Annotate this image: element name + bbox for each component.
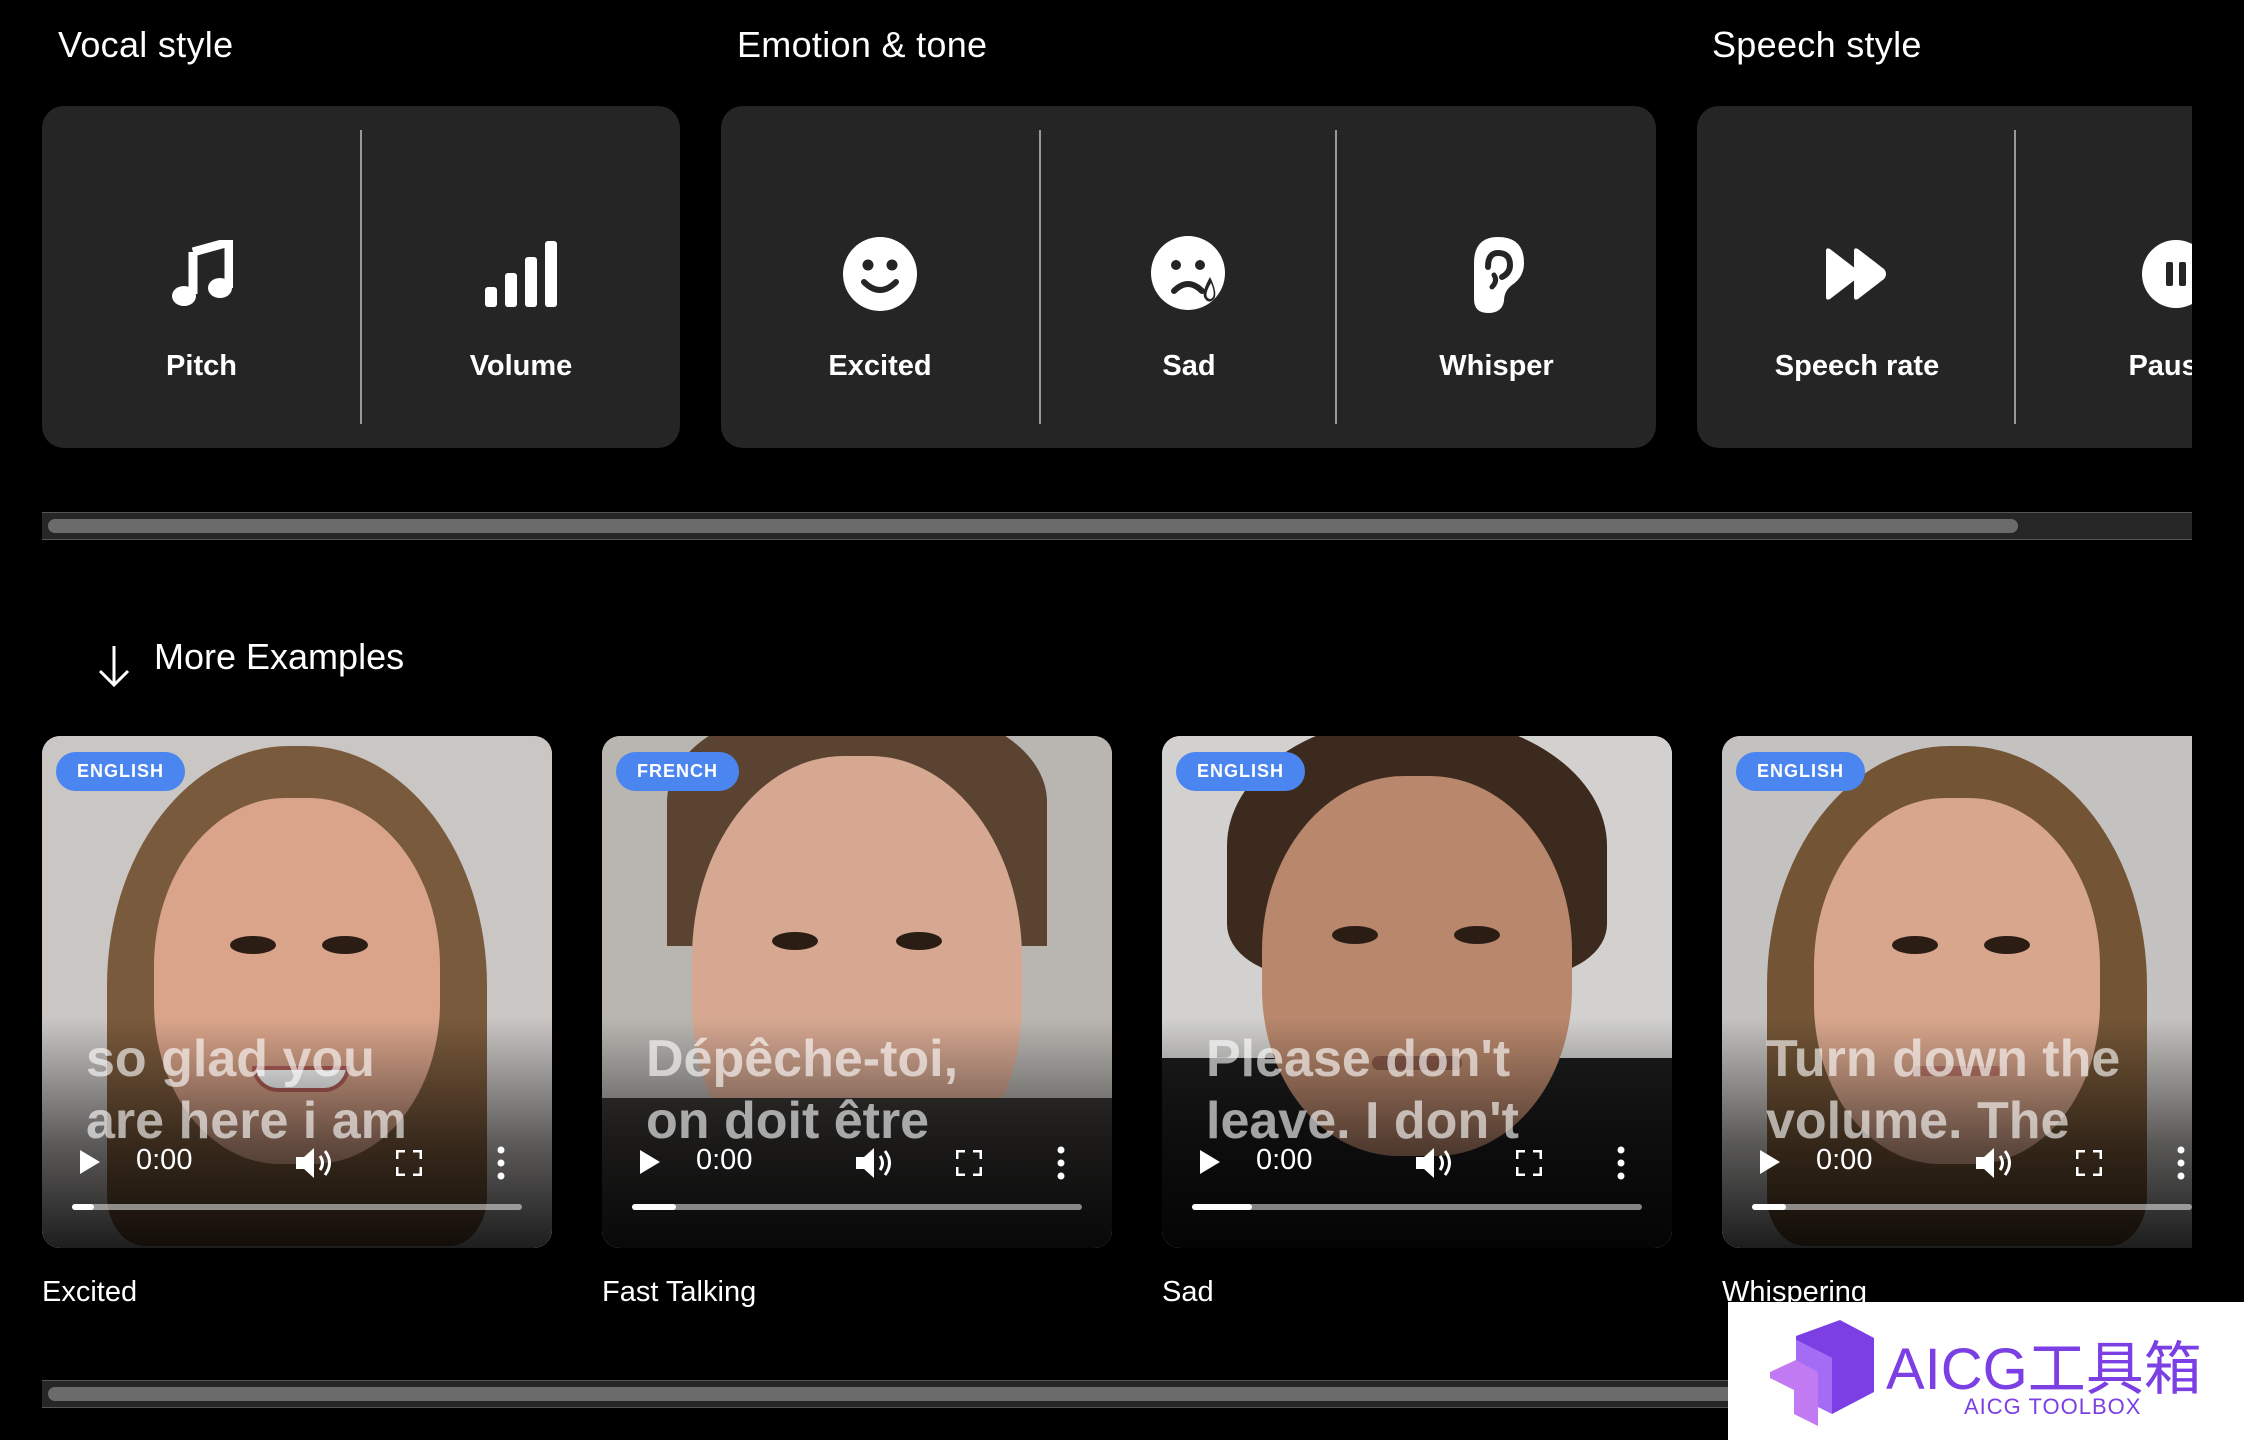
volume-icon[interactable] [854,1146,894,1180]
volume-icon[interactable] [1974,1146,2014,1180]
fullscreen-icon[interactable] [2076,1150,2102,1176]
more-options-icon[interactable] [1056,1146,1066,1180]
language-badge: ENGLISH [56,752,186,791]
video-card-excited[interactable]: ENGLISH so glad you are here i am 0:00 [42,736,552,1248]
video-progress-bar[interactable] [1192,1204,1642,1210]
feature-label: Volume [469,350,573,382]
video-controls: 0:00 [1162,1142,1672,1186]
video-frame-eye [1892,936,1938,954]
feature-label: Excited [828,350,932,382]
video-caption: Turn down the volume. The [1766,1028,2182,1152]
caption-line: Dépêche-toi, [646,1030,959,1088]
feature-label: Sad [1162,350,1216,382]
feature-label: Pitch [166,350,237,382]
feature-pitch[interactable]: Pitch [42,106,361,448]
video-frame-eye [230,936,276,954]
video-title[interactable]: Excited [42,1276,137,1309]
play-icon[interactable] [640,1150,660,1174]
language-badge: ENGLISH [1176,752,1306,791]
more-options-icon[interactable] [496,1146,506,1180]
caption-line: Please don't [1206,1030,1511,1088]
video-time: 0:00 [1256,1144,1313,1176]
video-time: 0:00 [1816,1144,1873,1176]
feature-whisper[interactable]: Whisper [1337,106,1656,448]
examples-scrollbar-thumb[interactable] [48,1387,1948,1401]
pause-circle-icon [2136,234,2192,314]
play-icon[interactable] [1200,1150,1220,1174]
video-progress-bar[interactable] [72,1204,522,1210]
feature-volume[interactable]: Volume [362,106,680,448]
video-frame-eye [896,932,942,950]
fullscreen-icon[interactable] [1516,1150,1542,1176]
speech-style-card: Speech rate Pausin [1697,106,2192,448]
video-time: 0:00 [696,1144,753,1176]
more-options-icon[interactable] [1616,1146,1626,1180]
watermark-subtitle: AICG TOOLBOX [1964,1394,2142,1419]
video-progress-bar[interactable] [1752,1204,2192,1210]
video-caption: so glad you are here i am [86,1028,542,1152]
video-time: 0:00 [136,1144,193,1176]
aicg-logo-icon [1770,1320,1874,1426]
arrow-down-icon [94,644,134,688]
caption-line: Turn down the [1766,1030,2121,1088]
caption-line: so glad you [86,1030,375,1088]
more-options-icon[interactable] [2176,1146,2186,1180]
feature-scrollbar-thumb[interactable] [48,519,2018,533]
volume-icon[interactable] [1414,1146,1454,1180]
feature-excited[interactable]: Excited [721,106,1039,448]
video-caption: Please don't leave. I don't [1206,1028,1662,1152]
section-title-emotion-tone: Emotion & tone [737,24,988,65]
video-frame-eye [322,936,368,954]
video-frame-eye [772,932,818,950]
volume-icon[interactable] [294,1146,334,1180]
progress-fill [72,1204,94,1210]
emotion-tone-card: Excited Sad Whisper [721,106,1656,448]
video-frame-eye [1984,936,2030,954]
video-caption: Dépêche-toi, on doit être [646,1028,1102,1152]
progress-fill [1192,1204,1252,1210]
music-note-icon [162,234,242,314]
progress-fill [1752,1204,1786,1210]
more-examples-title: More Examples [154,636,405,677]
video-card-fast-talking[interactable]: FRENCH Dépêche-toi, on doit être 0:00 [602,736,1112,1248]
video-card-sad[interactable]: ENGLISH Please don't leave. I don't 0:00 [1162,736,1672,1248]
feature-speech-rate[interactable]: Speech rate [1697,106,2017,448]
fullscreen-icon[interactable] [396,1150,422,1176]
progress-fill [632,1204,676,1210]
play-icon[interactable] [80,1150,100,1174]
language-badge: FRENCH [616,752,739,791]
video-frame-eye [1454,926,1500,944]
video-controls: 0:00 [602,1142,1112,1186]
video-progress-bar[interactable] [632,1204,1082,1210]
feature-sad[interactable]: Sad [1041,106,1337,448]
section-title-vocal-style: Vocal style [58,24,234,65]
fullscreen-icon[interactable] [956,1150,982,1176]
smile-face-icon [840,234,920,314]
play-icon[interactable] [1760,1150,1780,1174]
video-controls: 0:00 [1722,1142,2192,1186]
video-title[interactable]: Fast Talking [602,1276,756,1309]
section-title-speech-style: Speech style [1712,24,1922,65]
video-title[interactable]: Sad [1162,1276,1214,1309]
crying-face-icon [1149,234,1229,314]
vocal-style-card: Pitch Volume [42,106,680,448]
video-frame-eye [1332,926,1378,944]
ear-icon [1457,234,1537,314]
language-badge: ENGLISH [1736,752,1866,791]
feature-label: Pausin [2128,350,2192,382]
watermark: AICG工具箱 AICG TOOLBOX [1728,1302,2244,1440]
video-card-whispering[interactable]: ENGLISH Turn down the volume. The 0:00 [1722,736,2192,1248]
feature-label: Speech rate [1774,350,1940,382]
fast-forward-icon [1817,234,1897,314]
video-controls: 0:00 [42,1142,552,1186]
feature-label: Whisper [1439,350,1554,382]
feature-pausing[interactable]: Pausin [2016,106,2192,448]
volume-bars-icon [481,234,561,314]
feature-scrollbar-track[interactable] [42,512,2192,540]
